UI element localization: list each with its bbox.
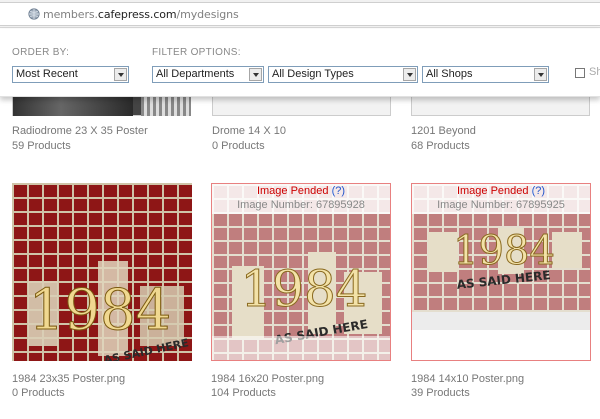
design-thumbnail[interactable]: 1984 AS SAID HERE: [12, 183, 192, 361]
address-field[interactable]: members.cafepress.com/mydesigns: [0, 2, 600, 26]
order-by-value: Most Recent: [16, 68, 78, 80]
design-thumbnail[interactable]: [12, 97, 191, 116]
year-text: 1984: [453, 228, 555, 274]
product-count[interactable]: 39 Products: [411, 387, 470, 399]
shops-select[interactable]: All Shops: [422, 66, 549, 83]
image-pended-label: Image Pended (?): [256, 185, 346, 197]
filter-panel: ORDER BY: FILTER OPTIONS: Most Recent Al…: [0, 29, 600, 97]
image-pended-label: Image Pended (?): [456, 185, 546, 197]
design-title[interactable]: Radiodrome 23 X 35 Poster: [12, 125, 148, 137]
show-checkbox[interactable]: [575, 68, 585, 78]
chevron-down-icon: [114, 68, 127, 81]
product-count[interactable]: 59 Products: [12, 140, 71, 152]
design-thumbnail[interactable]: [411, 97, 590, 116]
year-text: 1984: [240, 260, 367, 318]
product-count[interactable]: 0 Products: [12, 387, 65, 399]
order-by-label: ORDER BY:: [12, 47, 70, 58]
order-by-select[interactable]: Most Recent: [12, 66, 129, 83]
poster-artwork: 1984 AS SAID HERE: [28, 261, 190, 361]
filter-options-label: FILTER OPTIONS:: [152, 47, 241, 58]
image-number: Image Number: 67895925: [437, 199, 565, 211]
globe-icon: [28, 8, 40, 20]
show-checkbox-label: Sh: [589, 66, 600, 78]
chevron-down-icon: [403, 68, 416, 81]
help-link[interactable]: (?): [332, 185, 345, 197]
product-count[interactable]: 0 Products: [212, 140, 265, 152]
address-text: members.cafepress.com/mydesigns: [43, 8, 239, 21]
design-title[interactable]: 1984 16x20 Poster.png: [211, 373, 324, 385]
departments-select[interactable]: All Departments: [152, 66, 264, 83]
browser-url-bar: members.cafepress.com/mydesigns: [0, 0, 600, 28]
help-link[interactable]: (?): [532, 185, 545, 197]
design-title[interactable]: Drome 14 X 10: [212, 125, 286, 137]
design-title[interactable]: 1984 14x10 Poster.png: [411, 373, 524, 385]
shops-value: All Shops: [426, 68, 473, 80]
design-title[interactable]: 1201 Beyond: [411, 125, 476, 137]
chevron-down-icon: [534, 68, 547, 81]
image-number: Image Number: 67895928: [237, 199, 365, 211]
design-title[interactable]: 1984 23x35 Poster.png: [12, 373, 125, 385]
product-count[interactable]: 68 Products: [411, 140, 470, 152]
design-types-select[interactable]: All Design Types: [268, 66, 418, 83]
product-count[interactable]: 104 Products: [211, 387, 276, 399]
design-thumbnail[interactable]: [212, 97, 391, 116]
chevron-down-icon: [249, 68, 262, 81]
departments-value: All Departments: [156, 68, 235, 80]
design-types-value: All Design Types: [272, 68, 354, 80]
year-text: 1984: [29, 278, 172, 343]
pended-design-thumbnail[interactable]: Image Pended (?) Image Number: 67895928 …: [211, 183, 391, 361]
pended-design-thumbnail[interactable]: Image Pended (?) Image Number: 67895925 …: [411, 183, 591, 361]
